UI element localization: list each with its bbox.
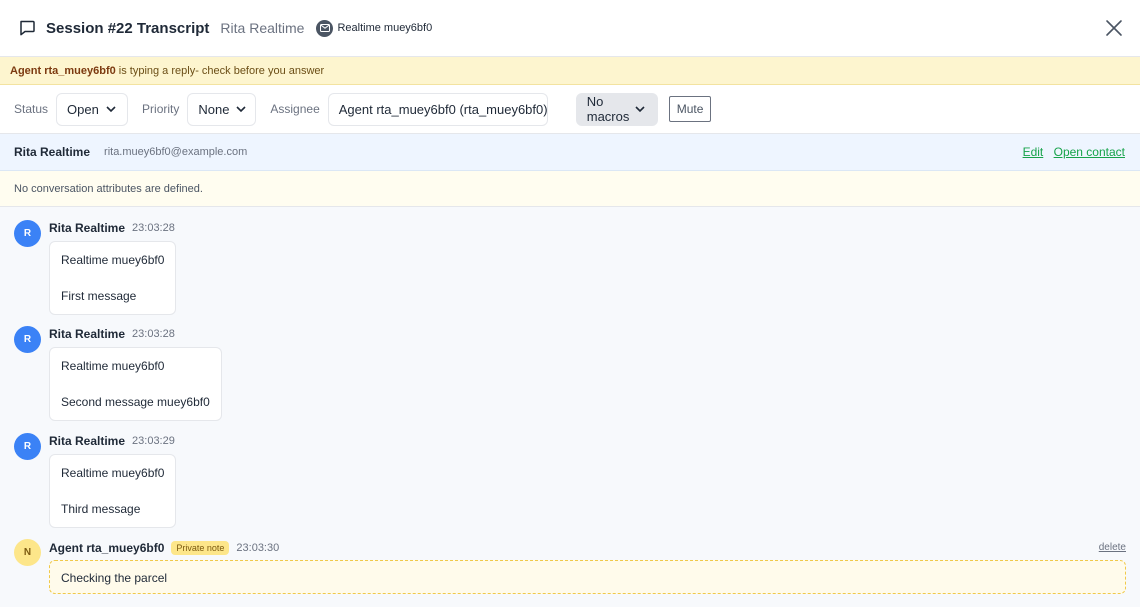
typing-text: is typing a reply- check before you answ… xyxy=(118,64,325,77)
status-value: Open xyxy=(67,101,99,117)
message-meta: Agent rta_muey6bf0 Private note 23:03:30 xyxy=(49,541,279,555)
message-line: Realtime muey6bf0 xyxy=(61,359,165,373)
conversation-attributes: No conversation attributes are defined. xyxy=(0,171,1140,207)
list-item: R Rita Realtime 23:03:28 Realtime muey6b… xyxy=(14,313,1126,421)
message-bubble: Realtime muey6bf0 Third message xyxy=(49,454,177,528)
avatar: N xyxy=(14,539,41,566)
chevron-down-icon xyxy=(235,103,247,115)
chevron-down-icon xyxy=(105,103,117,115)
contact-subtitle: Rita Realtime xyxy=(220,20,305,36)
note-bubble: Checking the parcel xyxy=(49,560,1126,594)
delete-note-link[interactable]: delete xyxy=(1099,542,1126,553)
chat-bubble-icon xyxy=(18,19,36,37)
typing-agent: Agent rta_muey6bf0 xyxy=(10,64,116,77)
message-author: Rita Realtime xyxy=(49,221,126,235)
message-line: Third message xyxy=(61,502,141,516)
list-item: R Rita Realtime 23:03:28 Realtime muey6b… xyxy=(14,207,1126,315)
list-item: R Rita Realtime 23:03:29 Realtime muey6b… xyxy=(14,420,1126,528)
channel-badge: Realtime muey6bf0 xyxy=(316,19,433,37)
message-author: Agent rta_muey6bf0 xyxy=(49,541,165,555)
priority-label: Priority xyxy=(142,102,180,116)
avatar: R xyxy=(14,326,41,353)
avatar: R xyxy=(14,433,41,460)
message-author: Rita Realtime xyxy=(49,434,126,448)
message-meta: Rita Realtime 23:03:29 xyxy=(49,434,175,448)
contact-name: Rita Realtime xyxy=(14,145,91,159)
attributes-empty-text: No conversation attributes are defined. xyxy=(14,182,203,195)
priority-select[interactable]: None xyxy=(187,92,257,126)
status-label: Status xyxy=(14,102,49,116)
contact-links: Edit Open contact xyxy=(1016,145,1125,159)
message-time: 23:03:28 xyxy=(132,328,175,340)
chevron-down-icon xyxy=(634,103,646,115)
mail-icon xyxy=(316,19,334,37)
assignee-label: Assignee xyxy=(270,102,320,116)
message-line: Realtime muey6bf0 xyxy=(61,466,165,480)
message-line: Second message muey6bf0 xyxy=(61,395,210,409)
assignee-select[interactable]: Agent rta_muey6bf0 (rta_muey6bf0) xyxy=(327,92,548,126)
edit-contact-link[interactable]: Edit xyxy=(1023,145,1044,159)
message-time: 23:03:29 xyxy=(132,435,175,447)
message-author: Rita Realtime xyxy=(49,327,126,341)
avatar: R xyxy=(14,220,41,247)
conversation-toolbar: Status Open Priority None Assignee Agent… xyxy=(0,85,1140,134)
private-note-badge: Private note xyxy=(171,541,230,555)
message-bubble: Realtime muey6bf0 First message xyxy=(49,241,177,315)
message-list[interactable]: R Rita Realtime 23:03:28 Realtime muey6b… xyxy=(0,207,1140,607)
channel-label: Realtime muey6bf0 xyxy=(337,22,433,34)
macros-select[interactable]: No macros xyxy=(575,92,658,126)
message-line: Realtime muey6bf0 xyxy=(61,253,165,267)
close-icon[interactable] xyxy=(1104,18,1124,38)
contact-bar: Rita Realtime rita.muey6bf0@example.com … xyxy=(0,134,1140,171)
priority-value: None xyxy=(198,101,230,117)
mute-button[interactable]: Mute xyxy=(668,96,712,122)
private-note: N Agent rta_muey6bf0 Private note 23:03:… xyxy=(14,526,1126,606)
status-select[interactable]: Open xyxy=(56,92,129,126)
message-line: First message xyxy=(61,289,137,303)
transcript-header: Session #22 Transcript Rita Realtime Rea… xyxy=(0,0,1140,57)
message-bubble: Realtime muey6bf0 Second message muey6bf… xyxy=(49,347,222,421)
typing-banner: Agent rta_muey6bf0 is typing a reply- ch… xyxy=(0,57,1140,85)
message-meta: Rita Realtime 23:03:28 xyxy=(49,327,175,341)
message-time: 23:03:28 xyxy=(132,222,175,234)
note-text: Checking the parcel xyxy=(61,571,168,585)
message-time: 23:03:30 xyxy=(236,542,280,554)
assignee-value: Agent rta_muey6bf0 (rta_muey6bf0) xyxy=(338,101,548,117)
message-meta: Rita Realtime 23:03:28 xyxy=(49,221,175,235)
page-title: Session #22 Transcript xyxy=(46,19,210,37)
open-contact-link[interactable]: Open contact xyxy=(1054,145,1125,159)
contact-email: rita.muey6bf0@example.com xyxy=(104,146,248,158)
